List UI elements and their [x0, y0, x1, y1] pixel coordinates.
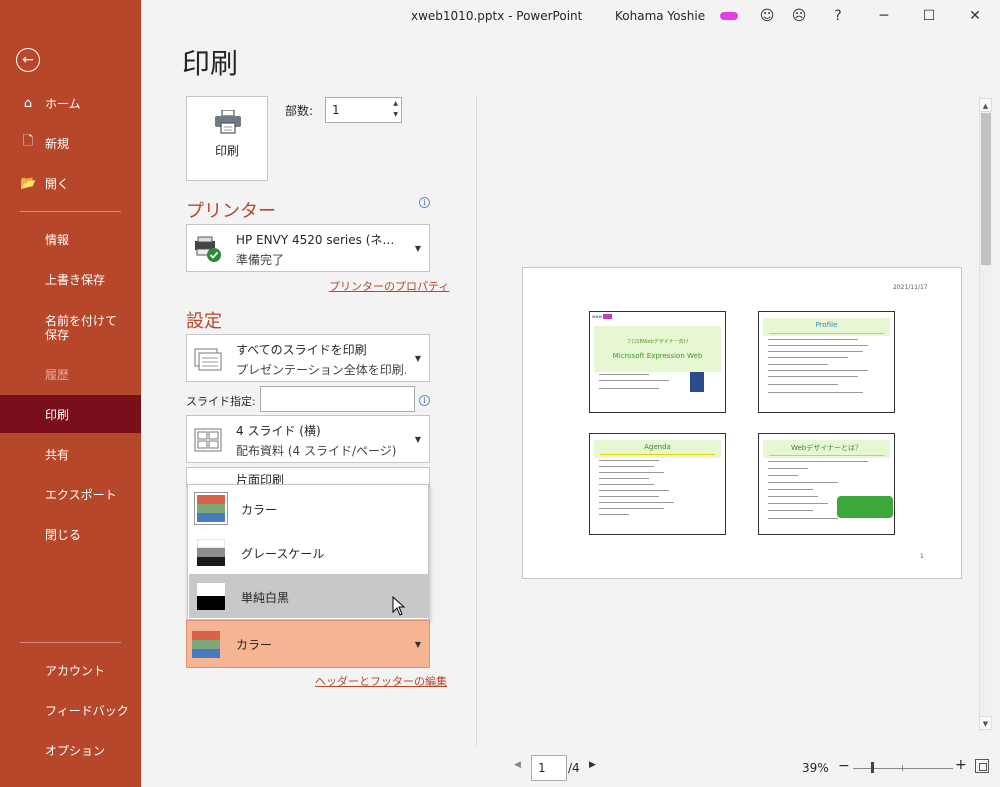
sidebar-item-options[interactable]: オプション: [0, 731, 141, 769]
callout-shape: [837, 496, 893, 518]
printer-ready-icon: [195, 236, 221, 262]
sidebar-item-open[interactable]: 📂 開く: [0, 164, 141, 202]
printer-properties-link[interactable]: プリンターのプロパティ: [329, 278, 449, 294]
minimize-icon[interactable]: ─: [874, 6, 894, 26]
print-scope-desc: プレゼンテーション全体を印刷…: [236, 363, 406, 377]
preview-page-number: 1: [920, 553, 924, 560]
title-bar: xweb1010.pptx - PowerPoint Kohama Yoshie…: [141, 0, 1000, 32]
print-button[interactable]: 印刷: [186, 96, 268, 181]
maximize-icon[interactable]: ☐: [919, 6, 939, 26]
sidebar-item-account[interactable]: アカウント: [0, 651, 141, 689]
chevron-down-icon: ▼: [414, 354, 421, 363]
color-swatch-icon: [192, 631, 220, 658]
slide-thumbnail: www.xxxx フロSBWebデザイナー向け Microsoft Expres…: [589, 311, 726, 413]
copies-stepper[interactable]: 1 ▲ ▼: [325, 97, 402, 123]
backstage-sidebar: ← ⌂ ホーム 🗋 新規 📂 開く 情報 上書き保存 名前を付けて保存 履歴 印刷 共…: [0, 0, 141, 787]
back-button[interactable]: ←: [16, 48, 40, 72]
menu-item-color[interactable]: カラー: [189, 486, 429, 530]
layout-title: 4 スライド (横): [236, 424, 321, 438]
layout-desc: 配布資料 (4 スライド/ページ): [236, 444, 397, 458]
panel-divider: [476, 96, 477, 746]
sidebar-divider: [20, 642, 121, 643]
sidebar-item-export[interactable]: エクスポート: [0, 475, 141, 513]
previous-page-icon[interactable]: ◀: [514, 760, 521, 770]
sidebar-divider: [20, 211, 121, 212]
settings-heading: 設定: [186, 311, 222, 332]
slide-spec-input[interactable]: [260, 386, 415, 412]
menu-item-grayscale[interactable]: グレースケール: [189, 530, 429, 574]
page-number-input[interactable]: 1: [531, 755, 567, 781]
menu-item-pure-black-white[interactable]: 単純白黒: [189, 574, 429, 618]
slide-thumbnail: Profile: [758, 311, 895, 413]
sidebar-item-save[interactable]: 上書き保存: [0, 260, 141, 298]
back-arrow-icon: ←: [22, 52, 34, 68]
page-title: 印刷: [182, 47, 239, 80]
grayscale-swatch-icon: [197, 539, 225, 566]
color-select[interactable]: カラー ▼: [186, 620, 430, 668]
printer-heading: プリンター: [186, 201, 276, 222]
fit-to-window-icon[interactable]: [975, 759, 989, 773]
layout-select[interactable]: 4 スライド (横) 配布資料 (4 スライド/ページ) ▼: [186, 415, 430, 463]
sidebar-item-close[interactable]: 閉じる: [0, 515, 141, 553]
color-swatch-icon: [194, 492, 228, 525]
sidebar-item-info[interactable]: 情報: [0, 220, 141, 258]
printer-icon: [215, 110, 241, 134]
smile-feedback-icon[interactable]: ☺: [757, 6, 777, 26]
sidebar-item-new[interactable]: 🗋 新規: [0, 124, 141, 162]
zoom-slider-thumb[interactable]: [871, 762, 874, 773]
frown-feedback-icon[interactable]: ☹: [789, 6, 809, 26]
color-dropdown-menu: カラー グレースケール 単純白黒: [187, 484, 429, 620]
black-white-swatch-icon: [197, 583, 225, 610]
new-document-icon: 🗋: [22, 134, 34, 149]
printer-status: 準備完了: [236, 253, 285, 267]
slide-spec-label: スライド指定:: [186, 395, 256, 408]
printer-select[interactable]: HP ENVY 4520 series (ネ… 準備完了 ▼: [186, 224, 430, 272]
print-preview-page: [522, 267, 962, 579]
zoom-in-icon[interactable]: +: [955, 757, 967, 773]
sidebar-item-print[interactable]: 印刷: [0, 395, 141, 433]
zoom-out-icon[interactable]: −: [838, 758, 850, 774]
print-scope-title: すべてのスライドを印刷: [236, 343, 367, 357]
avatar[interactable]: [720, 12, 738, 20]
print-scope-select[interactable]: すべてのスライドを印刷 プレゼンテーション全体を印刷… ▼: [186, 334, 430, 382]
sidebar-item-save-as[interactable]: 名前を付けて保存: [0, 306, 141, 350]
sidebar-item-share[interactable]: 共有: [0, 435, 141, 473]
preview-date: 2021/11/17: [893, 284, 928, 291]
close-icon[interactable]: ✕: [965, 6, 985, 26]
zoom-slider[interactable]: [853, 768, 953, 769]
page-total: /4: [568, 761, 580, 775]
spin-down-icon[interactable]: ▼: [393, 111, 398, 118]
chevron-down-icon: ▼: [414, 244, 421, 253]
scroll-down-icon[interactable]: ▼: [979, 716, 992, 730]
sidebar-item-feedback[interactable]: フィードバック: [0, 691, 141, 729]
zoom-level: 39%: [802, 761, 829, 775]
chevron-down-icon: ▼: [414, 435, 421, 444]
zoom-slider-center-tick: [902, 765, 903, 771]
slide-thumbnail: Webデザイナーとは？: [758, 433, 895, 535]
scroll-up-icon[interactable]: ▲: [979, 98, 992, 112]
chevron-down-icon: ▼: [414, 640, 421, 649]
printer-name: HP ENVY 4520 series (ネ…: [236, 233, 395, 247]
scrollbar-thumb[interactable]: [981, 113, 991, 265]
user-name[interactable]: Kohama Yoshie: [615, 9, 705, 23]
info-icon[interactable]: i: [419, 197, 430, 208]
sidebar-item-history[interactable]: 履歴: [0, 355, 141, 393]
slide-thumbnail: Agenda: [589, 433, 726, 535]
mouse-pointer-icon: [392, 596, 406, 616]
window-title: xweb1010.pptx - PowerPoint: [411, 9, 583, 23]
print-button-label: 印刷: [214, 144, 239, 158]
next-page-icon[interactable]: ▶: [589, 760, 596, 770]
spin-up-icon[interactable]: ▲: [393, 100, 398, 107]
book-cover-icon: [690, 372, 704, 392]
color-selected-label: カラー: [236, 638, 273, 652]
sidebar-item-home[interactable]: ⌂ ホーム: [0, 84, 141, 122]
all-slides-icon: [194, 348, 222, 371]
help-icon[interactable]: ?: [828, 6, 848, 26]
four-slides-icon: [194, 428, 222, 452]
folder-open-icon: 📂: [20, 175, 37, 191]
home-icon: ⌂: [23, 95, 33, 111]
info-icon[interactable]: i: [419, 395, 430, 406]
copies-label: 部数:: [285, 104, 314, 118]
header-footer-link[interactable]: ヘッダーとフッターの編集: [315, 673, 447, 689]
